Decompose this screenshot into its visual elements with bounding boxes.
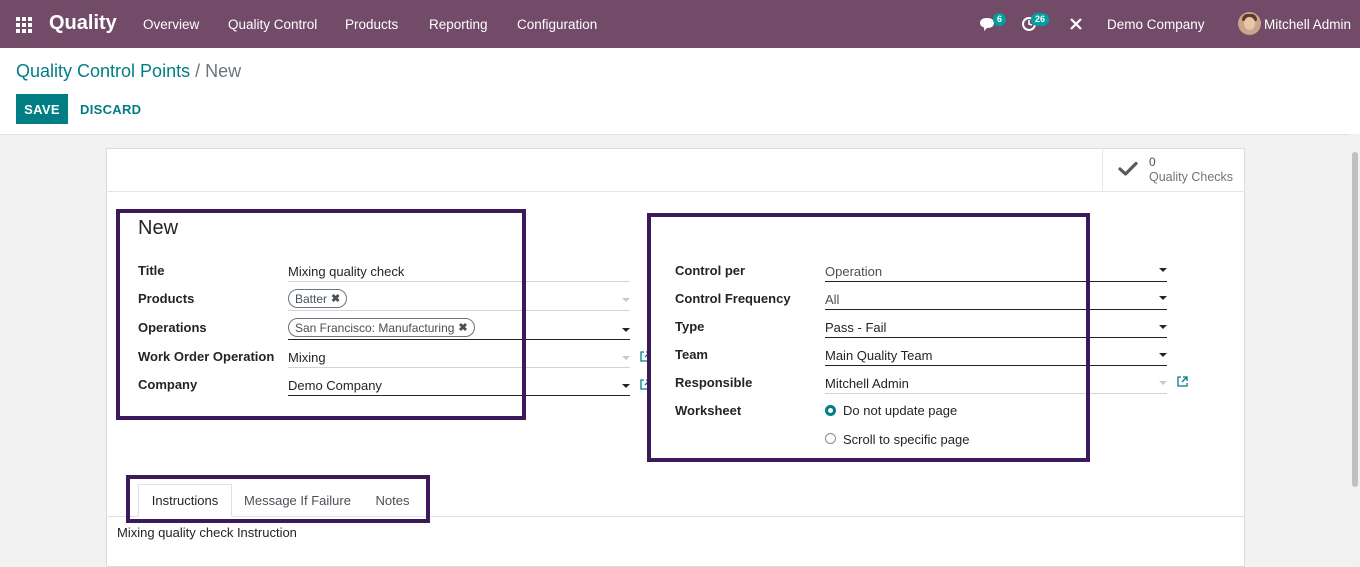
menu-configuration[interactable]: Configuration — [517, 17, 597, 32]
instructions-content[interactable]: Mixing quality check Instruction — [117, 525, 297, 540]
responsible-dropdown-icon[interactable] — [1159, 381, 1167, 385]
frequency-dropdown-icon[interactable] — [1159, 296, 1167, 300]
products-dropdown-icon[interactable] — [622, 298, 630, 302]
team-dropdown-icon[interactable] — [1159, 353, 1167, 357]
breadcrumb-parent[interactable]: Quality Control Points — [16, 61, 190, 81]
type-dropdown-icon[interactable] — [1159, 325, 1167, 329]
work-order-dropdown-icon[interactable] — [622, 356, 630, 360]
quality-checks-label: Quality Checks — [1149, 170, 1234, 184]
highlight-box-tabs — [126, 475, 430, 523]
check-icon — [1118, 161, 1138, 176]
button-box — [106, 148, 1245, 192]
highlight-box-right-fields — [647, 213, 1090, 462]
top-navbar: Quality Overview Quality Control Product… — [0, 0, 1360, 48]
messages-badge: 6 — [993, 13, 1007, 26]
discard-button[interactable]: DISCARD — [80, 94, 141, 124]
tools-icon[interactable] — [1069, 17, 1083, 31]
activities-badge: 26 — [1031, 13, 1050, 26]
breadcrumb-separator: / — [195, 61, 201, 81]
breadcrumb-current: New — [205, 61, 242, 81]
user-avatar[interactable] — [1238, 12, 1261, 35]
company-dropdown-icon[interactable] — [622, 384, 630, 388]
external-link-icon[interactable] — [1177, 376, 1188, 387]
scrollbar-thumb[interactable] — [1352, 152, 1358, 487]
operations-dropdown-icon[interactable] — [622, 328, 630, 332]
quality-checks-count: 0 — [1149, 155, 1156, 169]
app-name[interactable]: Quality — [49, 12, 117, 35]
menu-reporting[interactable]: Reporting — [429, 17, 488, 32]
apps-menu-icon[interactable] — [16, 17, 32, 33]
company-switcher[interactable]: Demo Company — [1107, 17, 1205, 32]
user-menu[interactable]: Mitchell Admin — [1264, 17, 1351, 32]
control-per-dropdown-icon[interactable] — [1159, 268, 1167, 272]
menu-quality-control[interactable]: Quality Control — [228, 17, 317, 32]
menu-products[interactable]: Products — [345, 17, 398, 32]
breadcrumb: Quality Control Points / New — [16, 61, 241, 82]
menu-overview[interactable]: Overview — [143, 17, 199, 32]
save-button[interactable]: SAVE — [16, 94, 68, 124]
highlight-box-left-fields — [116, 209, 526, 420]
